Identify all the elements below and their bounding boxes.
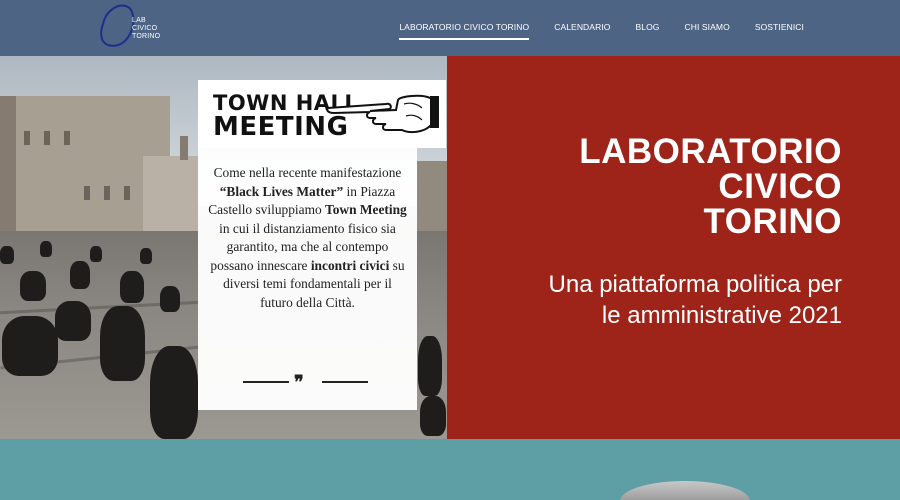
town-hall-card: Come nella recente manifestazione “Black… <box>198 148 417 410</box>
hero-title: LABORATORIO CIVICO TORINO <box>579 134 842 239</box>
photo-person <box>2 316 58 376</box>
photo-building <box>0 96 16 246</box>
photo-window <box>104 186 110 200</box>
hero-red-panel: LABORATORIO CIVICO TORINO Una piattaform… <box>447 56 900 439</box>
photo-person <box>20 271 46 301</box>
teal-section <box>0 439 900 500</box>
town-hall-banner: TOWN HALL MEETING <box>198 80 446 148</box>
photo-building <box>143 156 198 241</box>
logo-line: CIVICO <box>132 25 158 32</box>
description-bold: Town Meeting <box>325 202 407 217</box>
site-header: LAB CIVICO TORINO LABORATORIO CIVICO TOR… <box>0 0 900 56</box>
nav-item-laboratorio[interactable]: LABORATORIO CIVICO TORINO <box>399 22 530 40</box>
nav-item-calendario[interactable]: CALENDARIO <box>554 22 610 40</box>
description-text: Come nella recente manifestazione <box>213 165 402 180</box>
description-bold: “Black Lives Matter” <box>219 183 344 199</box>
photo-window <box>84 186 90 200</box>
nav-item-blog[interactable]: BLOG <box>635 22 659 40</box>
photo-person <box>160 286 180 312</box>
photo-person <box>150 346 198 439</box>
photo-building <box>90 151 116 181</box>
photo-person <box>70 261 90 289</box>
pointing-hand-icon <box>326 94 439 134</box>
logo-text: LAB CIVICO TORINO <box>132 17 160 41</box>
photo-person <box>420 396 446 436</box>
town-hall-description: Come nella recente manifestazione “Black… <box>206 164 409 312</box>
site-logo[interactable]: LAB CIVICO TORINO <box>100 4 162 50</box>
photo-person <box>418 336 442 396</box>
quote-icon: ❞ <box>294 372 304 392</box>
description-bold: incontri civici <box>310 257 390 273</box>
nav-item-chi-siamo[interactable]: CHI SIAMO <box>685 22 730 40</box>
hero-subtitle-line: le amministrative 2021 <box>601 302 842 329</box>
photo-person <box>40 241 52 257</box>
divider-line <box>243 381 289 383</box>
photo-person <box>55 301 91 341</box>
photo-window <box>64 131 70 145</box>
photo-window <box>124 186 130 200</box>
photo-person <box>100 306 145 381</box>
logo-line: LAB <box>132 17 146 24</box>
photo-building <box>180 136 188 160</box>
photo-person <box>120 271 144 303</box>
section-image <box>620 481 750 500</box>
photo-window <box>44 131 50 145</box>
hero-subtitle-line: Una piattaforma politica per <box>548 271 842 298</box>
hero-title-line: CIVICO <box>718 167 842 206</box>
photo-person <box>90 246 102 262</box>
hero-title-line: TORINO <box>703 202 842 241</box>
photo-person <box>0 246 14 264</box>
hero-subtitle: Una piattaforma politica per le amminist… <box>549 269 842 331</box>
main-nav: LABORATORIO CIVICO TORINO CALENDARIO BLO… <box>399 0 804 56</box>
nav-item-sostienici[interactable]: SOSTIENICI <box>755 22 804 40</box>
divider-line <box>322 381 368 383</box>
photo-window <box>24 131 30 145</box>
hero-title-line: LABORATORIO <box>579 132 842 171</box>
photo-person <box>140 248 152 264</box>
logo-line: TORINO <box>132 33 161 40</box>
